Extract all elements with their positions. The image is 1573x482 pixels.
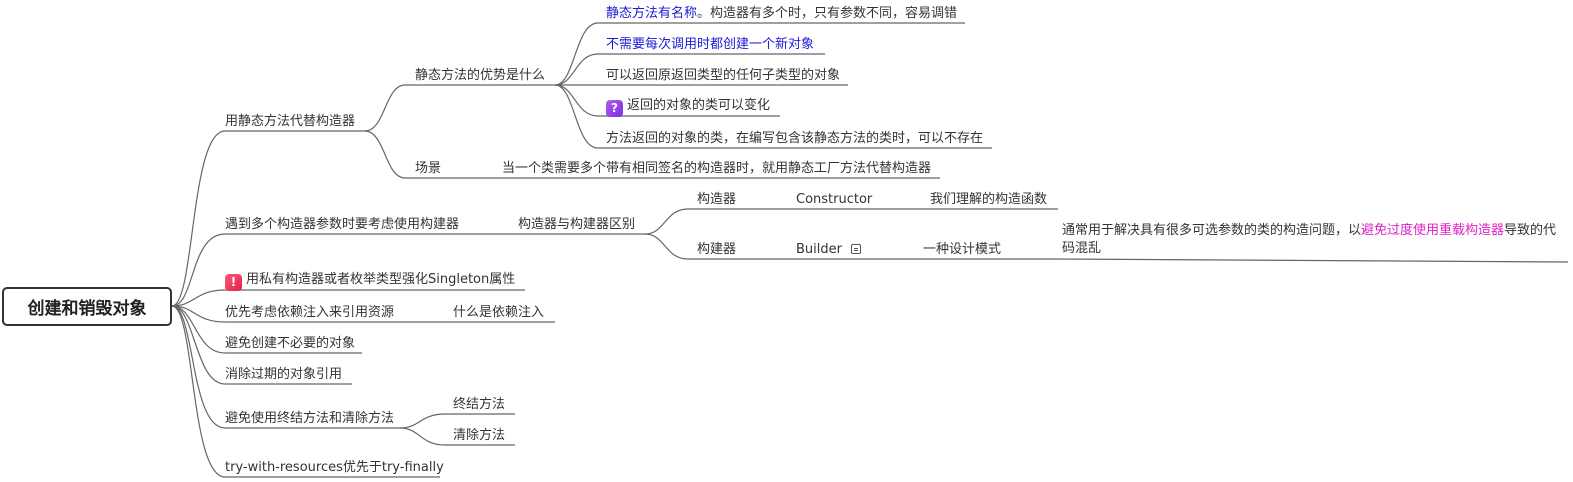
node-adv-named-highlight: 静态方法有名称 xyxy=(606,6,698,21)
node-avoid-unnecessary[interactable]: 避免创建不必要的对象 xyxy=(225,335,355,353)
node-adv-class-not-exist[interactable]: 方法返回的对象的类，在编写包含该静态方法的类时，可以不存在 xyxy=(606,130,983,148)
node-adv-named-rest: 。构造器有多个时，只有参数不同，容易调错 xyxy=(697,6,958,21)
node-dependency-injection[interactable]: 优先考虑依赖注入来引用资源 xyxy=(225,304,394,322)
node-try-with-resources[interactable]: try-with-resources优先于try-finally xyxy=(225,459,444,477)
node-design-pattern[interactable]: 一种设计模式 xyxy=(923,241,1001,259)
exclamation-badge-icon: ! xyxy=(225,274,242,291)
node-adv-named[interactable]: 静态方法有名称。构造器有多个时，只有参数不同，容易调错 xyxy=(606,5,957,23)
node-adv-no-new-object[interactable]: 不需要每次调用时都创建一个新对象 xyxy=(606,36,814,54)
node-scenario[interactable]: 场景 xyxy=(415,160,441,178)
node-builder-en[interactable]: Builder xyxy=(796,241,861,259)
node-constructor-vs-builder[interactable]: 构造器与构建器区别 xyxy=(518,216,635,234)
node-cleaner[interactable]: 清除方法 xyxy=(453,427,505,445)
node-adv-class-varies-label: 返回的对象的类可以变化 xyxy=(627,98,771,113)
node-what-is-di[interactable]: 什么是依赖注入 xyxy=(453,304,544,322)
question-badge-icon: ? xyxy=(606,100,623,117)
node-constructor-desc[interactable]: 我们理解的构造函数 xyxy=(930,191,1047,209)
note-icon[interactable] xyxy=(850,244,861,254)
root-node[interactable]: 创建和销毁对象 xyxy=(2,287,172,326)
node-singleton[interactable]: ! 用私有构造器或者枚举类型强化Singleton属性 xyxy=(225,271,515,291)
node-builder-purpose[interactable]: 通常用于解决具有很多可选参数的类的构造问题，以避免过度使用重载构造器导致的代码混… xyxy=(1062,222,1562,258)
node-scenario-detail[interactable]: 当一个类需要多个带有相同签名的构造器时，就用静态工厂方法代替构造器 xyxy=(502,160,931,178)
node-adv-class-varies[interactable]: ? 返回的对象的类可以变化 xyxy=(606,97,770,117)
node-finalizers[interactable]: 避免使用终结方法和清除方法 xyxy=(225,410,394,428)
node-singleton-label: 用私有构造器或者枚举类型强化Singleton属性 xyxy=(246,272,516,287)
node-static-advantages[interactable]: 静态方法的优势是什么 xyxy=(415,67,545,85)
node-builder-purpose-pre: 通常用于解决具有很多可选参数的类的构造问题，以 xyxy=(1062,223,1362,238)
node-adv-subtype[interactable]: 可以返回原返回类型的任何子类型的对象 xyxy=(606,67,840,85)
node-builder-en-label: Builder xyxy=(796,242,842,257)
mind-map: 创建和销毁对象 用静态方法代替构造器 遇到多个构造器参数时要考虑使用构建器 ! 用… xyxy=(0,0,1573,482)
node-builder[interactable]: 遇到多个构造器参数时要考虑使用构建器 xyxy=(225,216,459,234)
node-constructor-en[interactable]: Constructor xyxy=(796,191,872,209)
node-static-factory[interactable]: 用静态方法代替构造器 xyxy=(225,113,355,131)
node-constructor[interactable]: 构造器 xyxy=(697,191,736,209)
node-obsolete-refs[interactable]: 消除过期的对象引用 xyxy=(225,366,342,384)
node-finalizer[interactable]: 终结方法 xyxy=(453,396,505,414)
node-builder-purpose-highlight: 避免过度使用重载构造器 xyxy=(1361,223,1505,238)
node-builder-cn[interactable]: 构建器 xyxy=(697,241,736,259)
